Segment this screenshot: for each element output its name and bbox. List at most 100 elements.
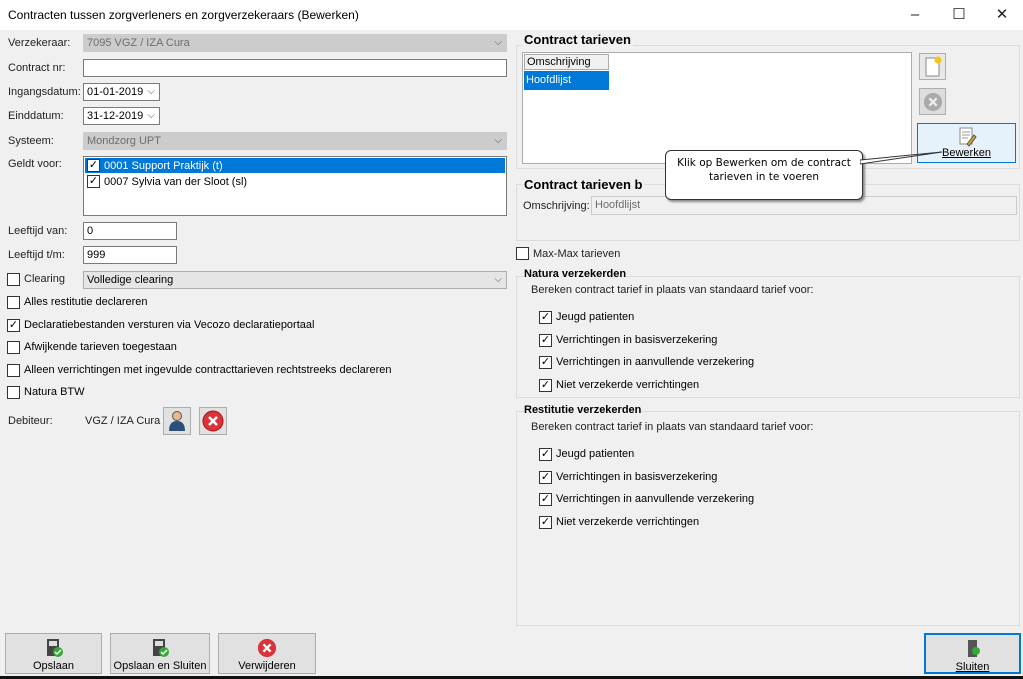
callout-pointer	[860, 151, 943, 165]
delete-tarief-button[interactable]	[919, 88, 946, 115]
exit-door-icon	[967, 640, 980, 657]
checkbox[interactable]	[7, 363, 20, 377]
checkbox-checked[interactable]: ✓	[539, 493, 552, 506]
contract-tarieven-title: Contract tarieven	[522, 32, 633, 47]
clearing-checkbox[interactable]	[7, 273, 20, 286]
table-row[interactable]: Hoofdlijst	[524, 71, 609, 90]
list-item[interactable]: ✓ 0007 Sylvia van der Sloot (sl)	[85, 174, 505, 189]
leeftijd-tm-label: Leeftijd t/m:	[8, 249, 65, 261]
verwijderen-label: Verwijderen	[238, 660, 296, 672]
debiteur-label: Debiteur:	[8, 415, 53, 427]
ingangsdatum-label: Ingangsdatum:	[8, 86, 81, 98]
checkbox-checked[interactable]: ✓	[87, 159, 100, 172]
opslaan-sluiten-button[interactable]: Opslaan en Sluiten	[110, 633, 210, 674]
checkbox-label: Verrichtingen in basisverzekering	[556, 470, 718, 483]
save-icon	[46, 639, 63, 657]
delete-icon	[257, 638, 277, 658]
chevron-down-icon: ⌵	[494, 37, 502, 48]
column-header-omschrijving[interactable]: Omschrijving	[524, 54, 609, 70]
restitutie-checklist: ✓ Jeugd patienten ✓ Verrichtingen in basis…	[539, 448, 754, 538]
close-button[interactable]: ✕	[987, 4, 1017, 26]
list-item[interactable]: ✓ 0001 Support Praktijk (t)	[85, 158, 505, 173]
checkbox-checked[interactable]: ✓	[87, 175, 100, 188]
clearing-value: Volledige clearing	[87, 274, 174, 286]
window-title: Contracten tussen zorgverleners en zorgv…	[8, 8, 359, 22]
select-debiteur-button[interactable]	[163, 407, 191, 435]
ingangsdatum-picker[interactable]: 01-01-2019 ⌵	[83, 83, 160, 101]
opslaan-button[interactable]: Opslaan	[5, 633, 102, 674]
geldt-voor-label: Geldt voor:	[8, 158, 62, 170]
checkbox-label: Verrichtingen in aanvullende verzekering	[556, 493, 755, 505]
clearing-select[interactable]: Volledige clearing ⌵	[83, 271, 507, 289]
chevron-down-icon: ⌵	[494, 274, 502, 285]
checkbox-checked[interactable]: ✓	[539, 470, 552, 484]
natura-aanvullend[interactable]: ✓ Verrichtingen in aanvullende verzekerin…	[539, 356, 754, 379]
leeftijd-tm-input[interactable]: 999	[83, 246, 177, 264]
checkbox[interactable]	[7, 341, 20, 354]
restitutie-niet-verzekerd[interactable]: ✓ Niet verzekerde verrichtingen	[539, 515, 754, 539]
checkbox-checked[interactable]: ✓	[539, 448, 552, 461]
list-item-label: 0007 Sylvia van der Sloot (sl)	[104, 175, 248, 188]
natura-basis[interactable]: ✓ Verrichtingen in basisverzekering	[539, 333, 754, 357]
checkbox-checked[interactable]: ✓	[7, 318, 20, 332]
einddatum-value: 31-12-2019	[87, 110, 144, 122]
sluiten-button[interactable]: Sluiten	[924, 633, 1021, 674]
check-natura-btw[interactable]: Natura BTW	[7, 386, 391, 409]
check-alleen-verrichtingen[interactable]: Alleen verrichtingen met ingevulde contr…	[7, 363, 392, 387]
verzekeraar-label: Verzekeraar:	[8, 37, 71, 49]
minimize-button[interactable]: –	[900, 4, 930, 26]
checkbox-checked[interactable]: ✓	[539, 333, 552, 347]
checkbox-checked[interactable]: ✓	[539, 378, 552, 392]
checkbox-checked[interactable]: ✓	[539, 356, 552, 369]
maxmax-checkbox[interactable]	[516, 247, 529, 260]
chevron-down-icon: ⌵	[494, 135, 502, 146]
einddatum-picker[interactable]: 31-12-2019 ⌵	[83, 107, 160, 125]
person-icon	[169, 411, 185, 431]
remove-debiteur-button[interactable]	[199, 407, 227, 435]
title-bar: Contracten tussen zorgverleners en zorgv…	[0, 0, 1023, 30]
checkbox-label: Niet verzekerde verrichtingen	[556, 378, 700, 391]
contractnr-label: Contract nr:	[8, 62, 66, 74]
geldt-voor-list[interactable]: ✓ 0001 Support Praktijk (t) ✓ 0007 Sylvia …	[83, 156, 507, 216]
checkbox-label: Alles restitutie declareren	[24, 296, 148, 308]
restitutie-basis[interactable]: ✓ Verrichtingen in basisverzekering	[539, 470, 754, 494]
natura-checklist: ✓ Jeugd patienten ✓ Verrichtingen in basis…	[539, 311, 754, 401]
check-afwijkende-tarieven[interactable]: Afwijkende tarieven toegestaan	[7, 341, 391, 364]
clearing-label: Clearing	[24, 273, 65, 285]
edit-document-icon	[959, 127, 977, 147]
bewerken-label: Bewerken	[942, 147, 991, 159]
tarieven-detail-title: Contract tarieven b	[522, 177, 645, 192]
checkbox-label: Afwijkende tarieven toegestaan	[24, 341, 177, 353]
callout-tooltip: Klik op Bewerken om de contract tarieven…	[665, 150, 863, 200]
checkbox-checked[interactable]: ✓	[539, 311, 552, 324]
checkbox-checked[interactable]: ✓	[539, 515, 552, 529]
leeftijd-van-label: Leeftijd van:	[8, 225, 68, 237]
delete-icon	[202, 410, 224, 432]
verzekeraar-value: 7095 VGZ / IZA Cura	[87, 37, 190, 49]
opslaan-sluiten-label: Opslaan en Sluiten	[113, 660, 207, 672]
natura-jeugd[interactable]: ✓ Jeugd patienten	[539, 311, 754, 334]
checkbox-label: Natura BTW	[24, 386, 85, 398]
natura-niet-verzekerd[interactable]: ✓ Niet verzekerde verrichtingen	[539, 378, 754, 402]
leeftijd-van-input[interactable]: 0	[83, 222, 177, 240]
systeem-value: Mondzorg UPT	[87, 135, 161, 147]
new-tarief-button[interactable]	[919, 53, 946, 80]
contractnr-input[interactable]	[83, 59, 507, 77]
check-vecozo[interactable]: ✓ Declaratiebestanden versturen via Vecoz…	[7, 318, 391, 342]
restitutie-aanvullend[interactable]: ✓ Verrichtingen in aanvullende verzekerin…	[539, 493, 754, 516]
chevron-down-icon: ⌵	[147, 110, 155, 121]
verwijderen-button[interactable]: Verwijderen	[218, 633, 316, 674]
checkbox-label: Verrichtingen in basisverzekering	[556, 333, 718, 346]
checkbox[interactable]	[7, 386, 20, 399]
checkbox-label: Alleen verrichtingen met ingevulde contr…	[24, 363, 392, 376]
checkbox[interactable]	[7, 296, 20, 309]
omschrijving-label: Omschrijving:	[523, 200, 590, 212]
restitutie-jeugd[interactable]: ✓ Jeugd patienten	[539, 448, 754, 471]
tarieven-grid[interactable]: Omschrijving Hoofdlijst	[522, 52, 912, 164]
check-alles-restitutie[interactable]: Alles restitutie declareren	[7, 296, 391, 319]
maximize-button[interactable]: ☐	[944, 4, 974, 26]
systeem-select[interactable]: Mondzorg UPT ⌵	[83, 132, 507, 150]
einddatum-label: Einddatum:	[8, 110, 64, 122]
verzekeraar-select[interactable]: 7095 VGZ / IZA Cura ⌵	[83, 34, 507, 52]
debiteur-value: VGZ / IZA Cura	[85, 415, 161, 427]
